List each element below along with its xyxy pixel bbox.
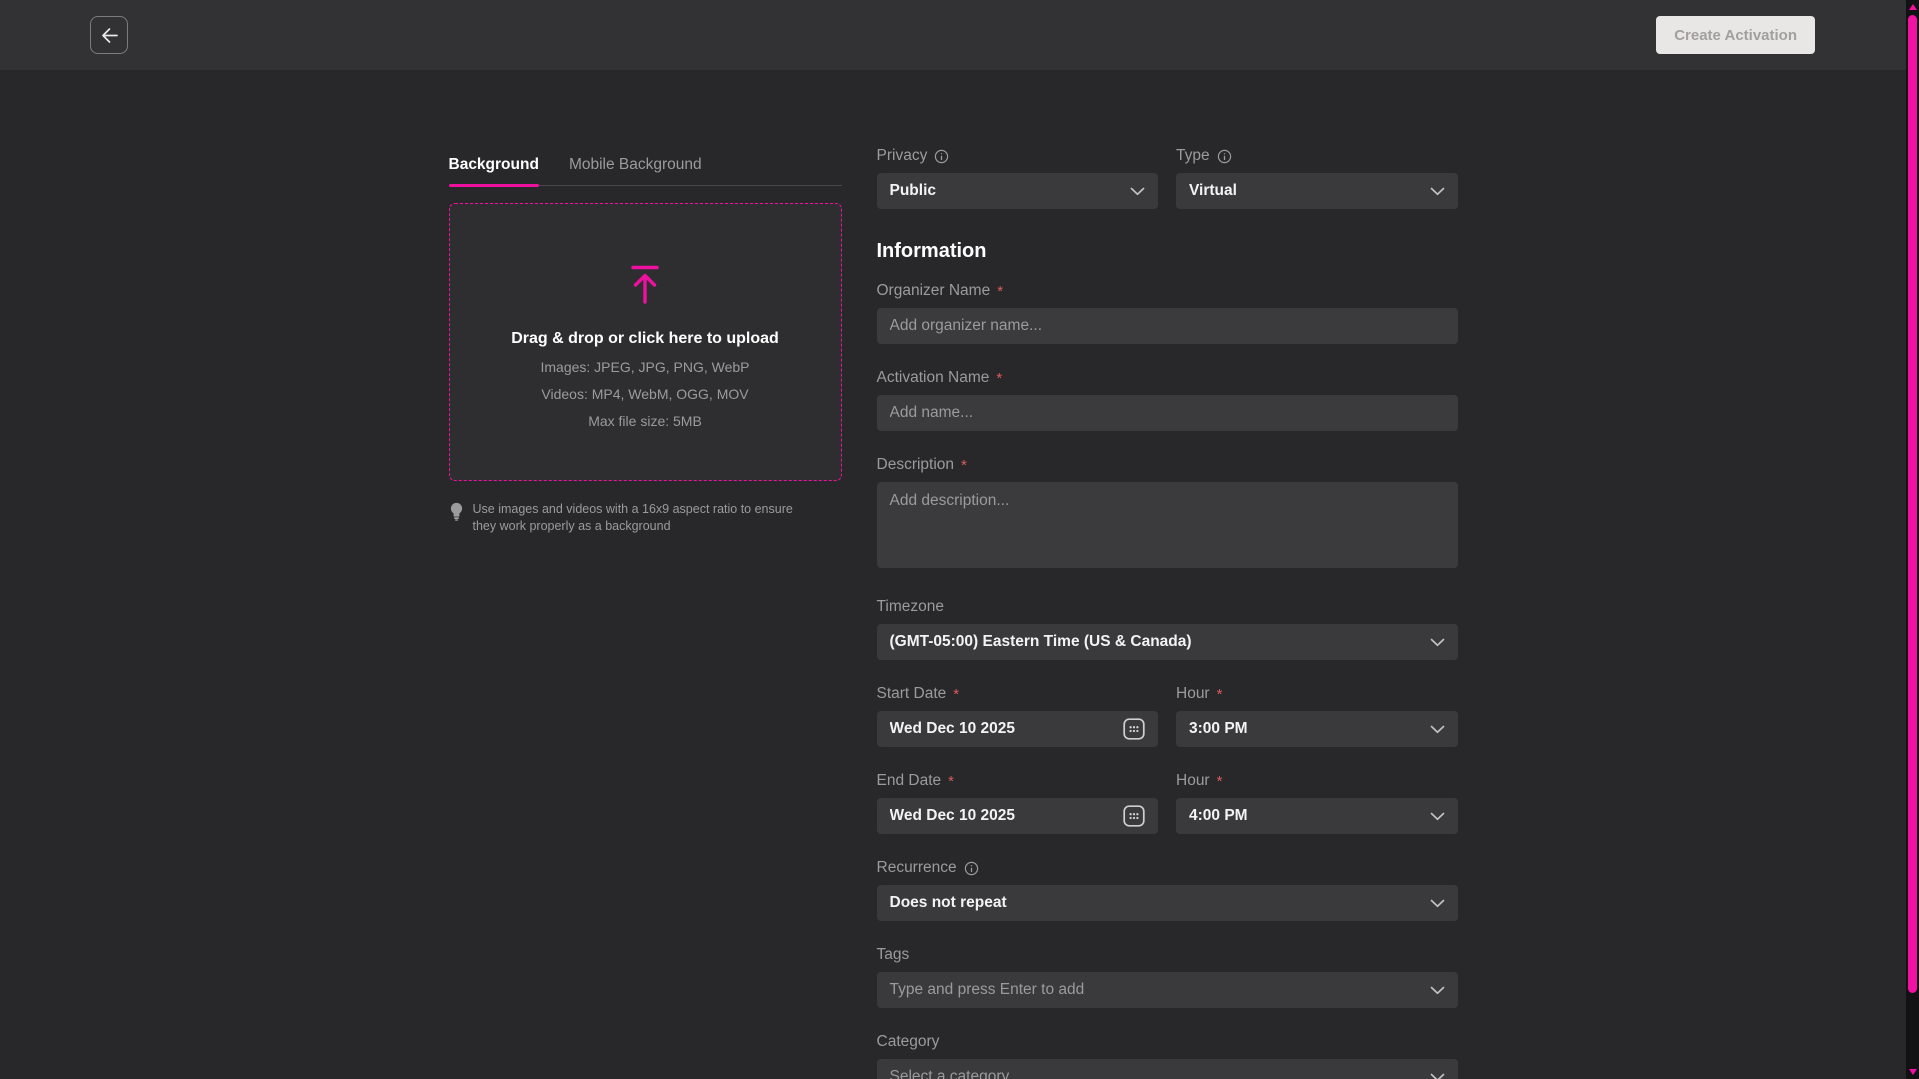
end-date-picker[interactable]: Wed Dec 10 2025 bbox=[877, 798, 1159, 834]
field-start-date: Start Date * Wed Dec 10 2025 bbox=[877, 685, 1159, 747]
chevron-down-icon bbox=[1130, 187, 1145, 196]
organizer-name-input[interactable] bbox=[877, 308, 1458, 344]
field-organizer-name: Organizer Name * bbox=[877, 282, 1458, 344]
timezone-select[interactable]: (GMT-05:00) Eastern Time (US & Canada) bbox=[877, 624, 1458, 660]
description-label: Description bbox=[877, 456, 955, 474]
privacy-value: Public bbox=[890, 182, 1131, 200]
field-end-hour: Hour * 4:00 PM bbox=[1176, 772, 1458, 834]
end-date-value: Wed Dec 10 2025 bbox=[890, 807, 1124, 825]
tab-mobile-background[interactable]: Mobile Background bbox=[569, 156, 702, 185]
activation-name-label: Activation Name bbox=[877, 369, 990, 387]
calendar-icon[interactable] bbox=[1123, 718, 1145, 740]
chevron-down-icon bbox=[1430, 986, 1445, 995]
required-asterisk: * bbox=[948, 773, 954, 790]
end-hour-label: Hour bbox=[1176, 772, 1210, 790]
dropzone-video-formats: Videos: MP4, WebM, OGG, MOV bbox=[541, 386, 748, 402]
organizer-name-label: Organizer Name bbox=[877, 282, 991, 300]
description-textarea[interactable] bbox=[877, 482, 1458, 568]
info-icon[interactable] bbox=[934, 149, 949, 164]
background-tabs: Background Mobile Background bbox=[449, 156, 842, 186]
tab-background[interactable]: Background bbox=[449, 156, 539, 185]
back-arrow-icon bbox=[99, 25, 120, 46]
field-category: Category Select a category bbox=[877, 1033, 1458, 1079]
info-icon[interactable] bbox=[1217, 149, 1232, 164]
lightbulb-icon bbox=[449, 502, 464, 521]
field-description: Description * bbox=[877, 456, 1458, 573]
field-privacy: Privacy Public bbox=[877, 147, 1159, 209]
top-bar: Create Activation bbox=[0, 0, 1919, 70]
required-asterisk: * bbox=[996, 370, 1002, 387]
field-recurrence: Recurrence Does not repeat bbox=[877, 859, 1458, 921]
start-hour-value: 3:00 PM bbox=[1189, 720, 1430, 738]
calendar-icon[interactable] bbox=[1123, 805, 1145, 827]
field-start-hour: Hour * 3:00 PM bbox=[1176, 685, 1458, 747]
timezone-value: (GMT-05:00) Eastern Time (US & Canada) bbox=[890, 633, 1430, 651]
required-asterisk: * bbox=[961, 457, 967, 474]
dropzone-title: Drag & drop or click here to upload bbox=[511, 330, 779, 348]
field-end-date: End Date * Wed Dec 10 2025 bbox=[877, 772, 1159, 834]
chevron-down-icon bbox=[1430, 812, 1445, 821]
activation-name-input[interactable] bbox=[877, 395, 1458, 431]
recurrence-value: Does not repeat bbox=[890, 894, 1430, 912]
required-asterisk: * bbox=[997, 283, 1003, 300]
privacy-select[interactable]: Public bbox=[877, 173, 1159, 209]
type-value: Virtual bbox=[1189, 182, 1430, 200]
tags-input[interactable]: Type and press Enter to add bbox=[877, 972, 1458, 1008]
field-tags: Tags Type and press Enter to add bbox=[877, 946, 1458, 1008]
chevron-down-icon bbox=[1430, 725, 1445, 734]
aspect-ratio-tip: Use images and videos with a 16x9 aspect… bbox=[449, 501, 842, 535]
scroll-down-arrow-icon[interactable] bbox=[1909, 1069, 1917, 1075]
type-label: Type bbox=[1176, 147, 1210, 165]
scrollbar-thumb[interactable] bbox=[1908, 15, 1917, 993]
start-date-value: Wed Dec 10 2025 bbox=[890, 720, 1124, 738]
field-type: Type Virtual bbox=[1176, 147, 1458, 209]
scroll-up-arrow-icon[interactable] bbox=[1909, 4, 1917, 10]
end-hour-value: 4:00 PM bbox=[1189, 807, 1430, 825]
category-label: Category bbox=[877, 1033, 940, 1051]
main-content: Background Mobile Background Drag & drop… bbox=[0, 70, 1906, 1079]
back-button[interactable] bbox=[90, 16, 128, 54]
recurrence-select[interactable]: Does not repeat bbox=[877, 885, 1458, 921]
end-date-label: End Date bbox=[877, 772, 942, 790]
category-placeholder: Select a category bbox=[890, 1068, 1430, 1079]
recurrence-label: Recurrence bbox=[877, 859, 957, 877]
start-date-label: Start Date bbox=[877, 685, 947, 703]
required-asterisk: * bbox=[1217, 686, 1223, 703]
vertical-scrollbar[interactable] bbox=[1906, 0, 1919, 1079]
end-hour-select[interactable]: 4:00 PM bbox=[1176, 798, 1458, 834]
information-heading: Information bbox=[877, 240, 1458, 263]
info-icon[interactable] bbox=[964, 861, 979, 876]
activation-form: Privacy Public Type Virtual Info bbox=[877, 147, 1458, 1079]
privacy-label: Privacy bbox=[877, 147, 928, 165]
timezone-label: Timezone bbox=[877, 598, 944, 616]
tags-placeholder: Type and press Enter to add bbox=[890, 981, 1430, 999]
type-select[interactable]: Virtual bbox=[1176, 173, 1458, 209]
create-activation-button[interactable]: Create Activation bbox=[1656, 16, 1815, 54]
background-upload-panel: Background Mobile Background Drag & drop… bbox=[449, 147, 842, 1079]
chevron-down-icon bbox=[1430, 1073, 1445, 1079]
dropzone-image-formats: Images: JPEG, JPG, PNG, WebP bbox=[540, 359, 749, 375]
required-asterisk: * bbox=[1217, 773, 1223, 790]
upload-dropzone[interactable]: Drag & drop or click here to upload Imag… bbox=[449, 203, 842, 481]
dropzone-max-size: Max file size: 5MB bbox=[588, 413, 702, 429]
tip-text: Use images and videos with a 16x9 aspect… bbox=[473, 501, 818, 535]
field-timezone: Timezone (GMT-05:00) Eastern Time (US & … bbox=[877, 598, 1458, 660]
field-activation-name: Activation Name * bbox=[877, 369, 1458, 431]
category-select[interactable]: Select a category bbox=[877, 1059, 1458, 1079]
start-hour-label: Hour bbox=[1176, 685, 1210, 703]
chevron-down-icon bbox=[1430, 899, 1445, 908]
upload-arrow-icon bbox=[622, 264, 668, 306]
chevron-down-icon bbox=[1430, 638, 1445, 647]
required-asterisk: * bbox=[953, 686, 959, 703]
start-date-picker[interactable]: Wed Dec 10 2025 bbox=[877, 711, 1159, 747]
tags-label: Tags bbox=[877, 946, 910, 964]
start-hour-select[interactable]: 3:00 PM bbox=[1176, 711, 1458, 747]
chevron-down-icon bbox=[1430, 187, 1445, 196]
